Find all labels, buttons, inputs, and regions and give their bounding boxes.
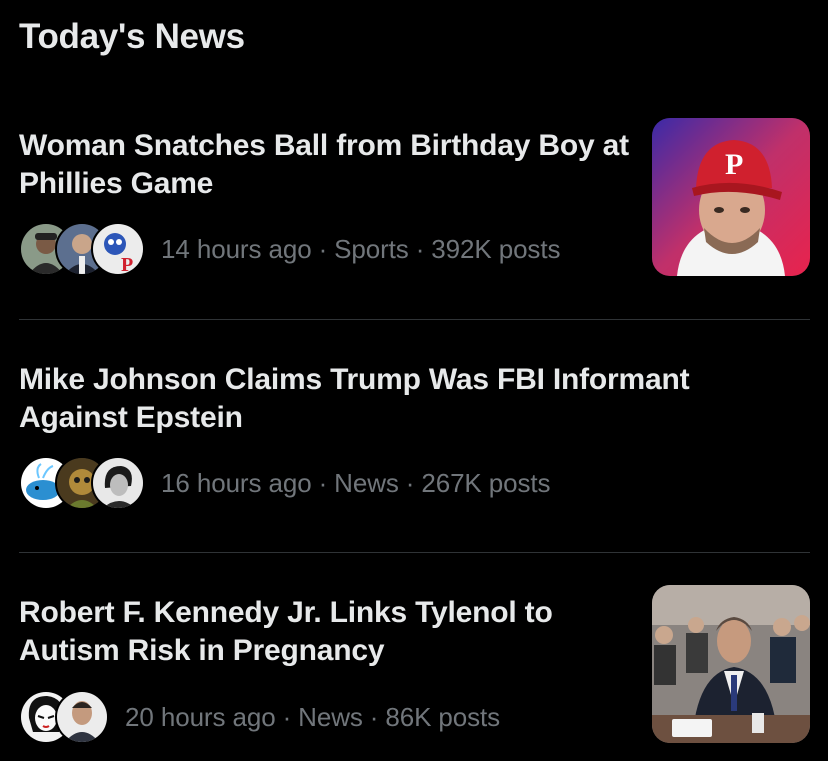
avatar: [91, 456, 145, 510]
news-meta-text: 20 hours ago · News · 86K posts: [125, 702, 500, 733]
news-headline[interactable]: Mike Johnson Claims Trump Was FBI Inform…: [19, 361, 779, 437]
news-time: 16 hours ago: [161, 467, 312, 498]
avatar-stack: P: [19, 222, 145, 276]
meta-separator: ·: [415, 233, 425, 264]
news-item-3[interactable]: Robert F. Kennedy Jr. Links Tylenol to A…: [0, 553, 828, 761]
news-time: 14 hours ago: [161, 233, 312, 264]
news-meta: 16 hours ago · News · 267K posts: [19, 455, 551, 511]
news-meta-text: 14 hours ago · Sports · 392K posts: [161, 234, 560, 265]
avatar-stack: [19, 690, 109, 744]
news-meta: 20 hours ago · News · 86K posts: [19, 689, 500, 745]
news-category: News: [298, 701, 363, 732]
meta-separator: ·: [405, 467, 415, 498]
news-thumbnail[interactable]: [652, 585, 810, 743]
news-post-count: 392K posts: [431, 233, 561, 264]
news-time: 20 hours ago: [125, 701, 276, 732]
avatar: [55, 690, 109, 744]
meta-separator: ·: [318, 467, 328, 498]
news-item-2[interactable]: Mike Johnson Claims Trump Was FBI Inform…: [0, 320, 828, 553]
meta-separator: ·: [318, 233, 328, 264]
thumbnail-cap-logo: P: [725, 148, 743, 181]
news-post-count: 267K posts: [421, 467, 551, 498]
meta-separator: ·: [369, 701, 379, 732]
news-category: News: [334, 467, 399, 498]
avatar-stack: [19, 456, 145, 510]
svg-text:P: P: [121, 254, 133, 274]
news-item-1[interactable]: Woman Snatches Ball from Birthday Boy at…: [0, 0, 828, 320]
news-category: Sports: [334, 233, 409, 264]
news-post-count: 86K posts: [385, 701, 501, 732]
avatar: P: [91, 222, 145, 276]
meta-separator: ·: [282, 701, 292, 732]
news-thumbnail[interactable]: P: [652, 118, 810, 276]
news-headline[interactable]: Woman Snatches Ball from Birthday Boy at…: [19, 127, 639, 203]
news-meta: P 14 hours ago · Sports · 392K posts: [19, 221, 560, 277]
news-headline[interactable]: Robert F. Kennedy Jr. Links Tylenol to A…: [19, 594, 639, 670]
news-meta-text: 16 hours ago · News · 267K posts: [161, 467, 551, 499]
